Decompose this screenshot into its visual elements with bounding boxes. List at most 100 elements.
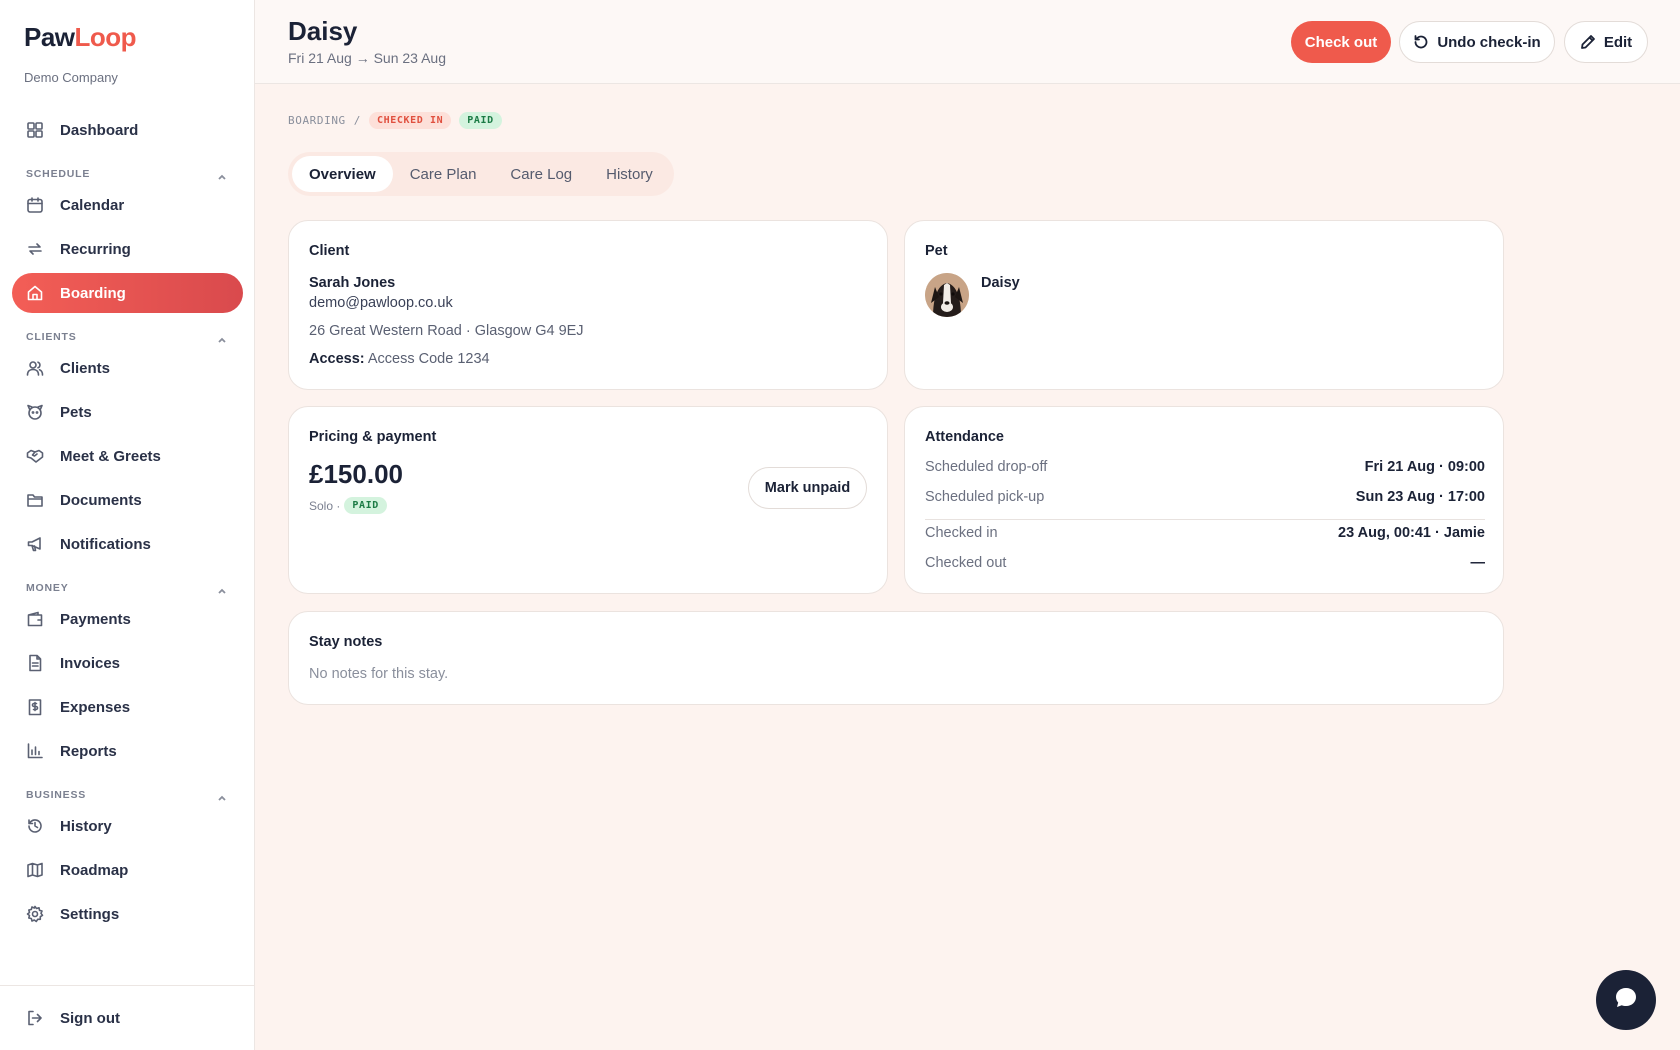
- tab-care-plan[interactable]: Care Plan: [393, 156, 494, 192]
- pricing-card: Pricing & payment £150.00 Solo · PAID Ma…: [288, 406, 888, 594]
- pet-name[interactable]: Daisy: [981, 275, 1020, 291]
- pet-card: Pet Daisy: [904, 220, 1504, 390]
- undo-check-in-label: Undo check-in: [1437, 33, 1541, 51]
- attendance-divider: [925, 519, 1485, 520]
- sidebar-item-clients[interactable]: Clients: [12, 348, 243, 388]
- sidebar-item-reports[interactable]: Reports: [12, 731, 243, 771]
- sidebar-item-label: Reports: [60, 742, 117, 760]
- section-business: BUSINESS: [26, 789, 87, 801]
- sidebar-item-documents[interactable]: Documents: [12, 480, 243, 520]
- attendance-label: Checked out: [925, 555, 1007, 571]
- payment-badge: PAID: [459, 112, 502, 129]
- attendance-card: Attendance Scheduled drop-off Fri 21 Aug…: [904, 406, 1504, 594]
- client-access: Access: Access Code 1234: [309, 351, 490, 367]
- sidebar-item-invoices[interactable]: Invoices: [12, 643, 243, 683]
- sidebar-divider: [0, 985, 255, 986]
- section-clients: CLIENTS: [26, 331, 77, 343]
- receipt-icon: [26, 698, 44, 716]
- chevron-up-icon[interactable]: [217, 332, 227, 343]
- breadcrumb-section[interactable]: BOARDING: [288, 114, 346, 127]
- file-icon: [26, 654, 44, 672]
- sidebar-item-pets[interactable]: Pets: [12, 392, 243, 432]
- sidebar-item-label: Pets: [60, 403, 92, 421]
- stay-notes-title: Stay notes: [309, 634, 383, 650]
- logo-part-2: Loop: [74, 22, 137, 52]
- sidebar-item-meet-greets[interactable]: Meet & Greets: [12, 436, 243, 476]
- history-icon: [26, 817, 44, 835]
- attendance-row: Checked in 23 Aug, 00:41 · Jamie: [925, 525, 1485, 541]
- sidebar-item-label: Notifications: [60, 535, 151, 553]
- sign-out-label: Sign out: [60, 1009, 120, 1027]
- pet-card-title: Pet: [925, 243, 948, 259]
- map-icon: [26, 861, 44, 879]
- tab-overview[interactable]: Overview: [292, 156, 393, 192]
- sidebar-item-label: Expenses: [60, 698, 131, 716]
- pricing-card-title: Pricing & payment: [309, 429, 437, 445]
- tab-history[interactable]: History: [589, 156, 670, 192]
- sidebar-item-label: Calendar: [60, 196, 125, 214]
- sidebar-item-roadmap[interactable]: Roadmap: [12, 850, 243, 890]
- sidebar-item-payments[interactable]: Payments: [12, 599, 243, 639]
- chevron-up-icon[interactable]: [217, 583, 227, 594]
- stay-notes-card: Stay notes No notes for this stay.: [288, 611, 1504, 705]
- sidebar-item-history[interactable]: History: [12, 806, 243, 846]
- sidebar-item-label: Settings: [60, 905, 120, 923]
- attendance-label: Checked in: [925, 525, 998, 541]
- home-icon: [26, 284, 44, 302]
- attendance-label: Scheduled pick-up: [925, 489, 1045, 505]
- logo-part-1: Paw: [24, 22, 75, 52]
- sidebar-item-settings[interactable]: Settings: [12, 894, 243, 934]
- price-plan: Solo ·: [309, 498, 341, 513]
- sidebar-item-label: Documents: [60, 491, 142, 509]
- mark-unpaid-button[interactable]: Mark unpaid: [748, 467, 867, 509]
- calendar-icon: [26, 196, 44, 214]
- sidebar-item-label: Invoices: [60, 654, 121, 672]
- undo-icon: [1413, 34, 1429, 50]
- attendance-value: 23 Aug, 00:41 · Jamie: [1338, 525, 1485, 541]
- app-logo[interactable]: PawLoop: [24, 22, 137, 53]
- chevron-up-icon[interactable]: [217, 790, 227, 801]
- tab-care-log[interactable]: Care Log: [493, 156, 589, 192]
- status-badge: CHECKED IN: [369, 112, 452, 129]
- attendance-label: Scheduled drop-off: [925, 459, 1048, 475]
- attendance-row: Checked out —: [925, 555, 1485, 571]
- page-header: Daisy Fri 21 Aug → Sun 23 Aug Check out …: [255, 0, 1680, 84]
- sidebar-item-calendar[interactable]: Calendar: [12, 185, 243, 225]
- logout-icon: [26, 1009, 44, 1027]
- sidebar-item-label: Payments: [60, 610, 131, 628]
- attendance-value: Sun 23 Aug · 17:00: [1355, 489, 1485, 505]
- price-meta: Solo · PAID: [309, 497, 387, 514]
- sidebar-item-label: Roadmap: [60, 861, 129, 879]
- sign-out-button[interactable]: Sign out: [12, 998, 243, 1038]
- pet-icon: [26, 403, 44, 421]
- dashboard-icon: [26, 121, 44, 139]
- client-email[interactable]: demo@pawloop.co.uk: [309, 295, 453, 311]
- edit-button[interactable]: Edit: [1564, 21, 1648, 63]
- attendance-row: Scheduled drop-off Fri 21 Aug · 09:00: [925, 459, 1485, 475]
- company-name: Demo Company: [24, 70, 118, 85]
- sidebar-item-expenses[interactable]: Expenses: [12, 687, 243, 727]
- client-name[interactable]: Sarah Jones: [309, 275, 395, 291]
- check-out-button[interactable]: Check out: [1291, 21, 1391, 63]
- handshake-icon: [26, 447, 44, 465]
- sidebar-item-label: Clients: [60, 359, 111, 377]
- chat-button[interactable]: [1596, 970, 1656, 1030]
- undo-check-in-button[interactable]: Undo check-in: [1399, 21, 1555, 63]
- sidebar-item-recurring[interactable]: Recurring: [12, 229, 243, 269]
- sidebar-item-label: Recurring: [60, 240, 131, 258]
- pencil-icon: [1580, 34, 1596, 50]
- access-label: Access:: [309, 351, 365, 367]
- sidebar-item-label: History: [60, 817, 112, 835]
- access-value: Access Code 1234: [367, 351, 490, 367]
- stay-dates: Fri 21 Aug → Sun 23 Aug: [288, 50, 446, 66]
- sidebar-item-dashboard[interactable]: Dashboard: [12, 110, 243, 150]
- client-card-title: Client: [309, 243, 350, 259]
- sidebar-item-boarding[interactable]: Boarding: [12, 273, 243, 313]
- chevron-up-icon[interactable]: [217, 169, 227, 180]
- stay-notes-empty: No notes for this stay.: [309, 666, 449, 682]
- pet-avatar[interactable]: [925, 273, 969, 317]
- sidebar-item-notifications[interactable]: Notifications: [12, 524, 243, 564]
- page-title: Daisy: [288, 16, 358, 46]
- price-amount: £150.00: [309, 459, 403, 489]
- attendance-value: —: [1470, 555, 1486, 571]
